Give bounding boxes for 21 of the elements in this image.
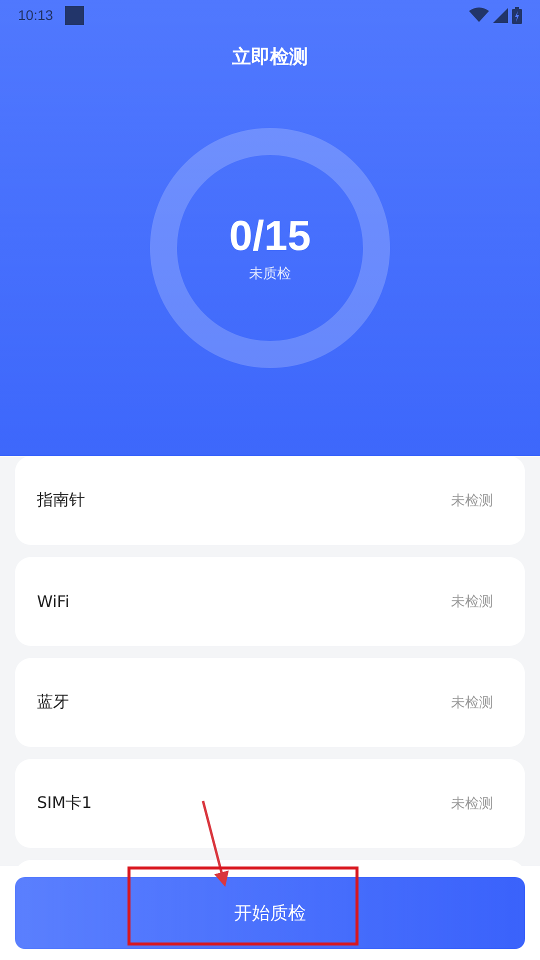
- signal-icon: [493, 8, 508, 22]
- checked-count: 0/15: [229, 212, 311, 260]
- item-status: 未检测: [451, 492, 493, 510]
- item-name: 蓝牙: [37, 692, 69, 713]
- item-card[interactable]: SIM卡1 未检测: [15, 759, 525, 848]
- start-button[interactable]: 开始质检: [15, 877, 525, 949]
- status-time: 10:13: [18, 7, 54, 23]
- item-name: SIM卡1: [37, 793, 92, 814]
- item-card[interactable]: 蓝牙 未检测: [15, 658, 525, 747]
- item-name: 指南针: [37, 490, 85, 511]
- item-status: 未检测: [451, 794, 493, 812]
- count-caption: 未质检: [249, 265, 291, 284]
- notification-icon: [65, 6, 84, 24]
- item-status: 未检测: [451, 592, 493, 610]
- item-status: 未检测: [451, 694, 493, 712]
- wifi-icon: [469, 7, 489, 23]
- page-title: 立即检测: [231, 45, 309, 70]
- battery-icon: [512, 6, 522, 24]
- item-card[interactable]: WiFi 未检测: [15, 557, 525, 646]
- item-name: WiFi: [37, 592, 70, 611]
- item-card[interactable]: 指南针 未检测: [15, 456, 525, 545]
